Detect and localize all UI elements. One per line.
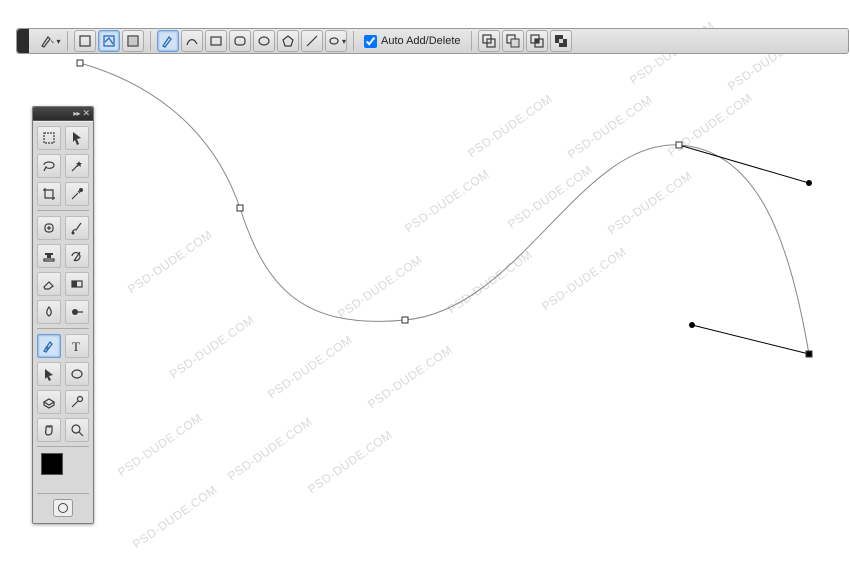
tools-panel: ▸▸ ✕ [32,106,94,524]
options-bar: ▾ ▾ Auto Add/Delete [16,28,849,54]
ellipse-shape-icon[interactable] [253,30,275,52]
gradient-tool[interactable] [65,272,89,296]
intersect-path-button[interactable] [526,30,548,52]
bezier-handle[interactable] [689,322,695,328]
rounded-rect-icon[interactable] [229,30,251,52]
watermark: PSD-DUDE.COM [665,91,755,160]
watermark: PSD-DUDE.COM [125,228,215,297]
zoom-tool[interactable] [65,418,89,442]
marquee-tool[interactable] [37,126,61,150]
subtract-from-path-button[interactable] [502,30,524,52]
lasso-tool[interactable] [37,154,61,178]
hand-tool[interactable] [37,418,61,442]
pen-tool[interactable] [37,334,61,358]
watermark: PSD-DUDE.COM [465,92,555,161]
rect-shape-icon[interactable] [205,30,227,52]
exclude-path-button[interactable] [550,30,572,52]
watermark: PSD-DUDE.COM [225,415,315,484]
watermark: PSD-DUDE.COM [305,428,395,497]
paths-button[interactable] [98,30,120,52]
type-tool[interactable]: T [65,334,89,358]
options-grip[interactable] [17,29,29,53]
shape-tool[interactable] [65,362,89,386]
watermark: PSD-DUDE.COM [565,93,655,162]
watermark: PSD-DUDE.COM [445,248,535,317]
measure-tool[interactable] [65,390,89,414]
crop-tool[interactable] [37,182,61,206]
watermark: PSD-DUDE.COM [335,253,425,322]
polygon-shape-icon[interactable] [277,30,299,52]
add-to-path-button[interactable] [478,30,500,52]
watermark: PSD-DUDE.COM [265,333,355,402]
watermark: PSD-DUDE.COM [167,313,257,382]
tools-panel-header[interactable]: ▸▸ ✕ [33,107,93,121]
anchor-point[interactable] [402,317,409,324]
custom-shape-icon[interactable]: ▾ [325,30,347,52]
watermark: PSD-DUDE.COM [605,169,695,238]
tool-preset-picker[interactable]: ▾ [39,30,61,52]
history-brush-tool[interactable] [65,244,89,268]
dodge-tool[interactable] [65,300,89,324]
healing-tool[interactable] [37,216,61,240]
bezier-handle[interactable] [806,180,812,186]
notes-tool[interactable] [37,390,61,414]
anchor-point[interactable] [676,142,683,149]
freeform-pen-icon[interactable] [181,30,203,52]
anchor-point-selected[interactable] [806,351,813,358]
watermark: PSD-DUDE.COM [539,245,629,314]
blur-tool[interactable] [37,300,61,324]
anchor-point[interactable] [77,60,84,67]
fill-pixels-button[interactable] [122,30,144,52]
watermark: PSD-DUDE.COM [115,411,205,480]
close-icon[interactable]: ✕ [82,108,90,119]
path-select-tool[interactable] [37,362,61,386]
path-mode-group [74,30,144,52]
auto-add-delete-label: Auto Add/Delete [381,35,461,47]
watermark: PSD-DUDE.COM [505,163,595,232]
move-tool[interactable] [65,126,89,150]
eyedropper-tool[interactable] [65,182,89,206]
eraser-tool[interactable] [37,272,61,296]
pen-shape-group: ▾ [157,30,347,52]
foreground-color-swatch[interactable] [41,453,63,475]
stamp-tool[interactable] [37,244,61,268]
anchor-point[interactable] [237,205,244,212]
quickmask-button[interactable] [53,499,73,517]
collapse-icon[interactable]: ▸▸ [73,109,79,118]
path-ops-group [478,30,572,52]
magic-wand-tool[interactable] [65,154,89,178]
watermark: PSD-DUDE.COM [402,167,492,236]
auto-add-delete-checkbox[interactable]: Auto Add/Delete [360,35,465,48]
shape-layers-button[interactable] [74,30,96,52]
color-swatches[interactable] [41,453,79,485]
pen-tool-icon[interactable] [157,30,179,52]
watermark: PSD-DUDE.COM [130,483,220,552]
watermark: PSD-DUDE.COM [365,343,455,412]
auto-add-delete-input[interactable] [364,35,377,48]
svg-text:T: T [72,339,80,354]
brush-tool[interactable] [65,216,89,240]
line-shape-icon[interactable] [301,30,323,52]
